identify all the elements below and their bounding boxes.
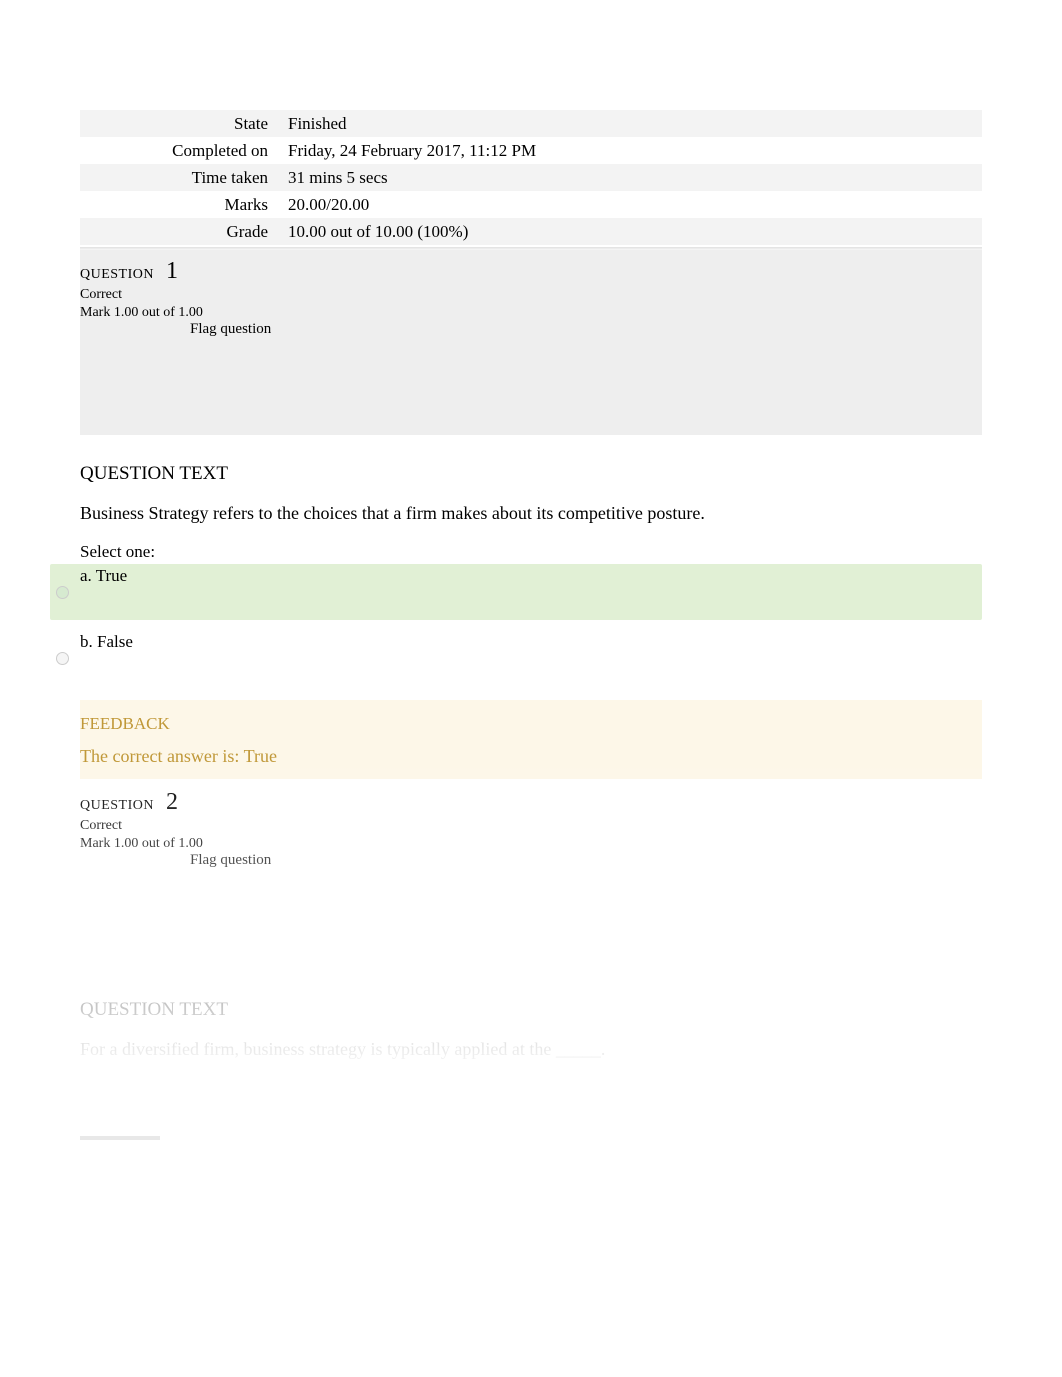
option-true[interactable]: a. True bbox=[50, 564, 982, 620]
summary-value: 20.00/20.00 bbox=[280, 191, 982, 218]
select-one-label: Select one: bbox=[80, 542, 982, 562]
summary-label: State bbox=[80, 110, 280, 137]
question-text-heading: QUESTION TEXT bbox=[80, 463, 982, 485]
summary-value: Finished bbox=[280, 110, 982, 137]
feedback-heading: FEEDBACK bbox=[80, 714, 982, 734]
summary-value: 31 mins 5 secs bbox=[280, 164, 982, 191]
summary-value: Friday, 24 February 2017, 11:12 PM bbox=[280, 137, 982, 164]
summary-label: Time taken bbox=[80, 164, 280, 191]
radio-icon bbox=[56, 586, 69, 599]
question-2-info: QUESTION 2 Correct Mark 1.00 out of 1.00… bbox=[80, 779, 982, 869]
flag-question-link[interactable]: Flag question bbox=[190, 321, 982, 338]
feedback-box: FEEDBACK The correct answer is: True bbox=[80, 700, 982, 779]
question-status: Correct bbox=[80, 818, 982, 834]
option-label: b. False bbox=[80, 630, 133, 652]
question-text-heading: QUESTION TEXT bbox=[80, 999, 982, 1021]
radio-icon bbox=[56, 652, 69, 665]
question-label: QUESTION bbox=[80, 267, 154, 283]
summary-label: Marks bbox=[80, 191, 280, 218]
summary-row-state: State Finished bbox=[80, 110, 982, 137]
question-mark: Mark 1.00 out of 1.00 bbox=[80, 836, 982, 852]
option-label: a. True bbox=[80, 564, 127, 586]
option-false[interactable]: b. False bbox=[50, 630, 982, 686]
summary-row-completed: Completed on Friday, 24 February 2017, 1… bbox=[80, 137, 982, 164]
summary-row-time: Time taken 31 mins 5 secs bbox=[80, 164, 982, 191]
question-mark: Mark 1.00 out of 1.00 bbox=[80, 305, 982, 321]
flag-question-link[interactable]: Flag question bbox=[190, 852, 982, 869]
watermark bbox=[80, 1136, 160, 1140]
summary-label: Completed on bbox=[80, 137, 280, 164]
summary-label: Grade bbox=[80, 218, 280, 245]
feedback-text: The correct answer is: True bbox=[80, 746, 982, 767]
question-status: Correct bbox=[80, 287, 982, 303]
quiz-summary-table: State Finished Completed on Friday, 24 F… bbox=[80, 110, 982, 245]
question-number: 1 bbox=[166, 258, 178, 285]
summary-row-grade: Grade 10.00 out of 10.00 (100%) bbox=[80, 218, 982, 245]
question-prompt: For a diversified firm, business strateg… bbox=[80, 1039, 982, 1060]
question-1-info: QUESTION 1 Correct Mark 1.00 out of 1.00… bbox=[80, 250, 982, 435]
summary-value: 10.00 out of 10.00 (100%) bbox=[280, 218, 982, 245]
question-label: QUESTION bbox=[80, 798, 154, 814]
summary-row-marks: Marks 20.00/20.00 bbox=[80, 191, 982, 218]
question-prompt: Business Strategy refers to the choices … bbox=[80, 503, 982, 524]
question-number: 2 bbox=[166, 789, 178, 816]
